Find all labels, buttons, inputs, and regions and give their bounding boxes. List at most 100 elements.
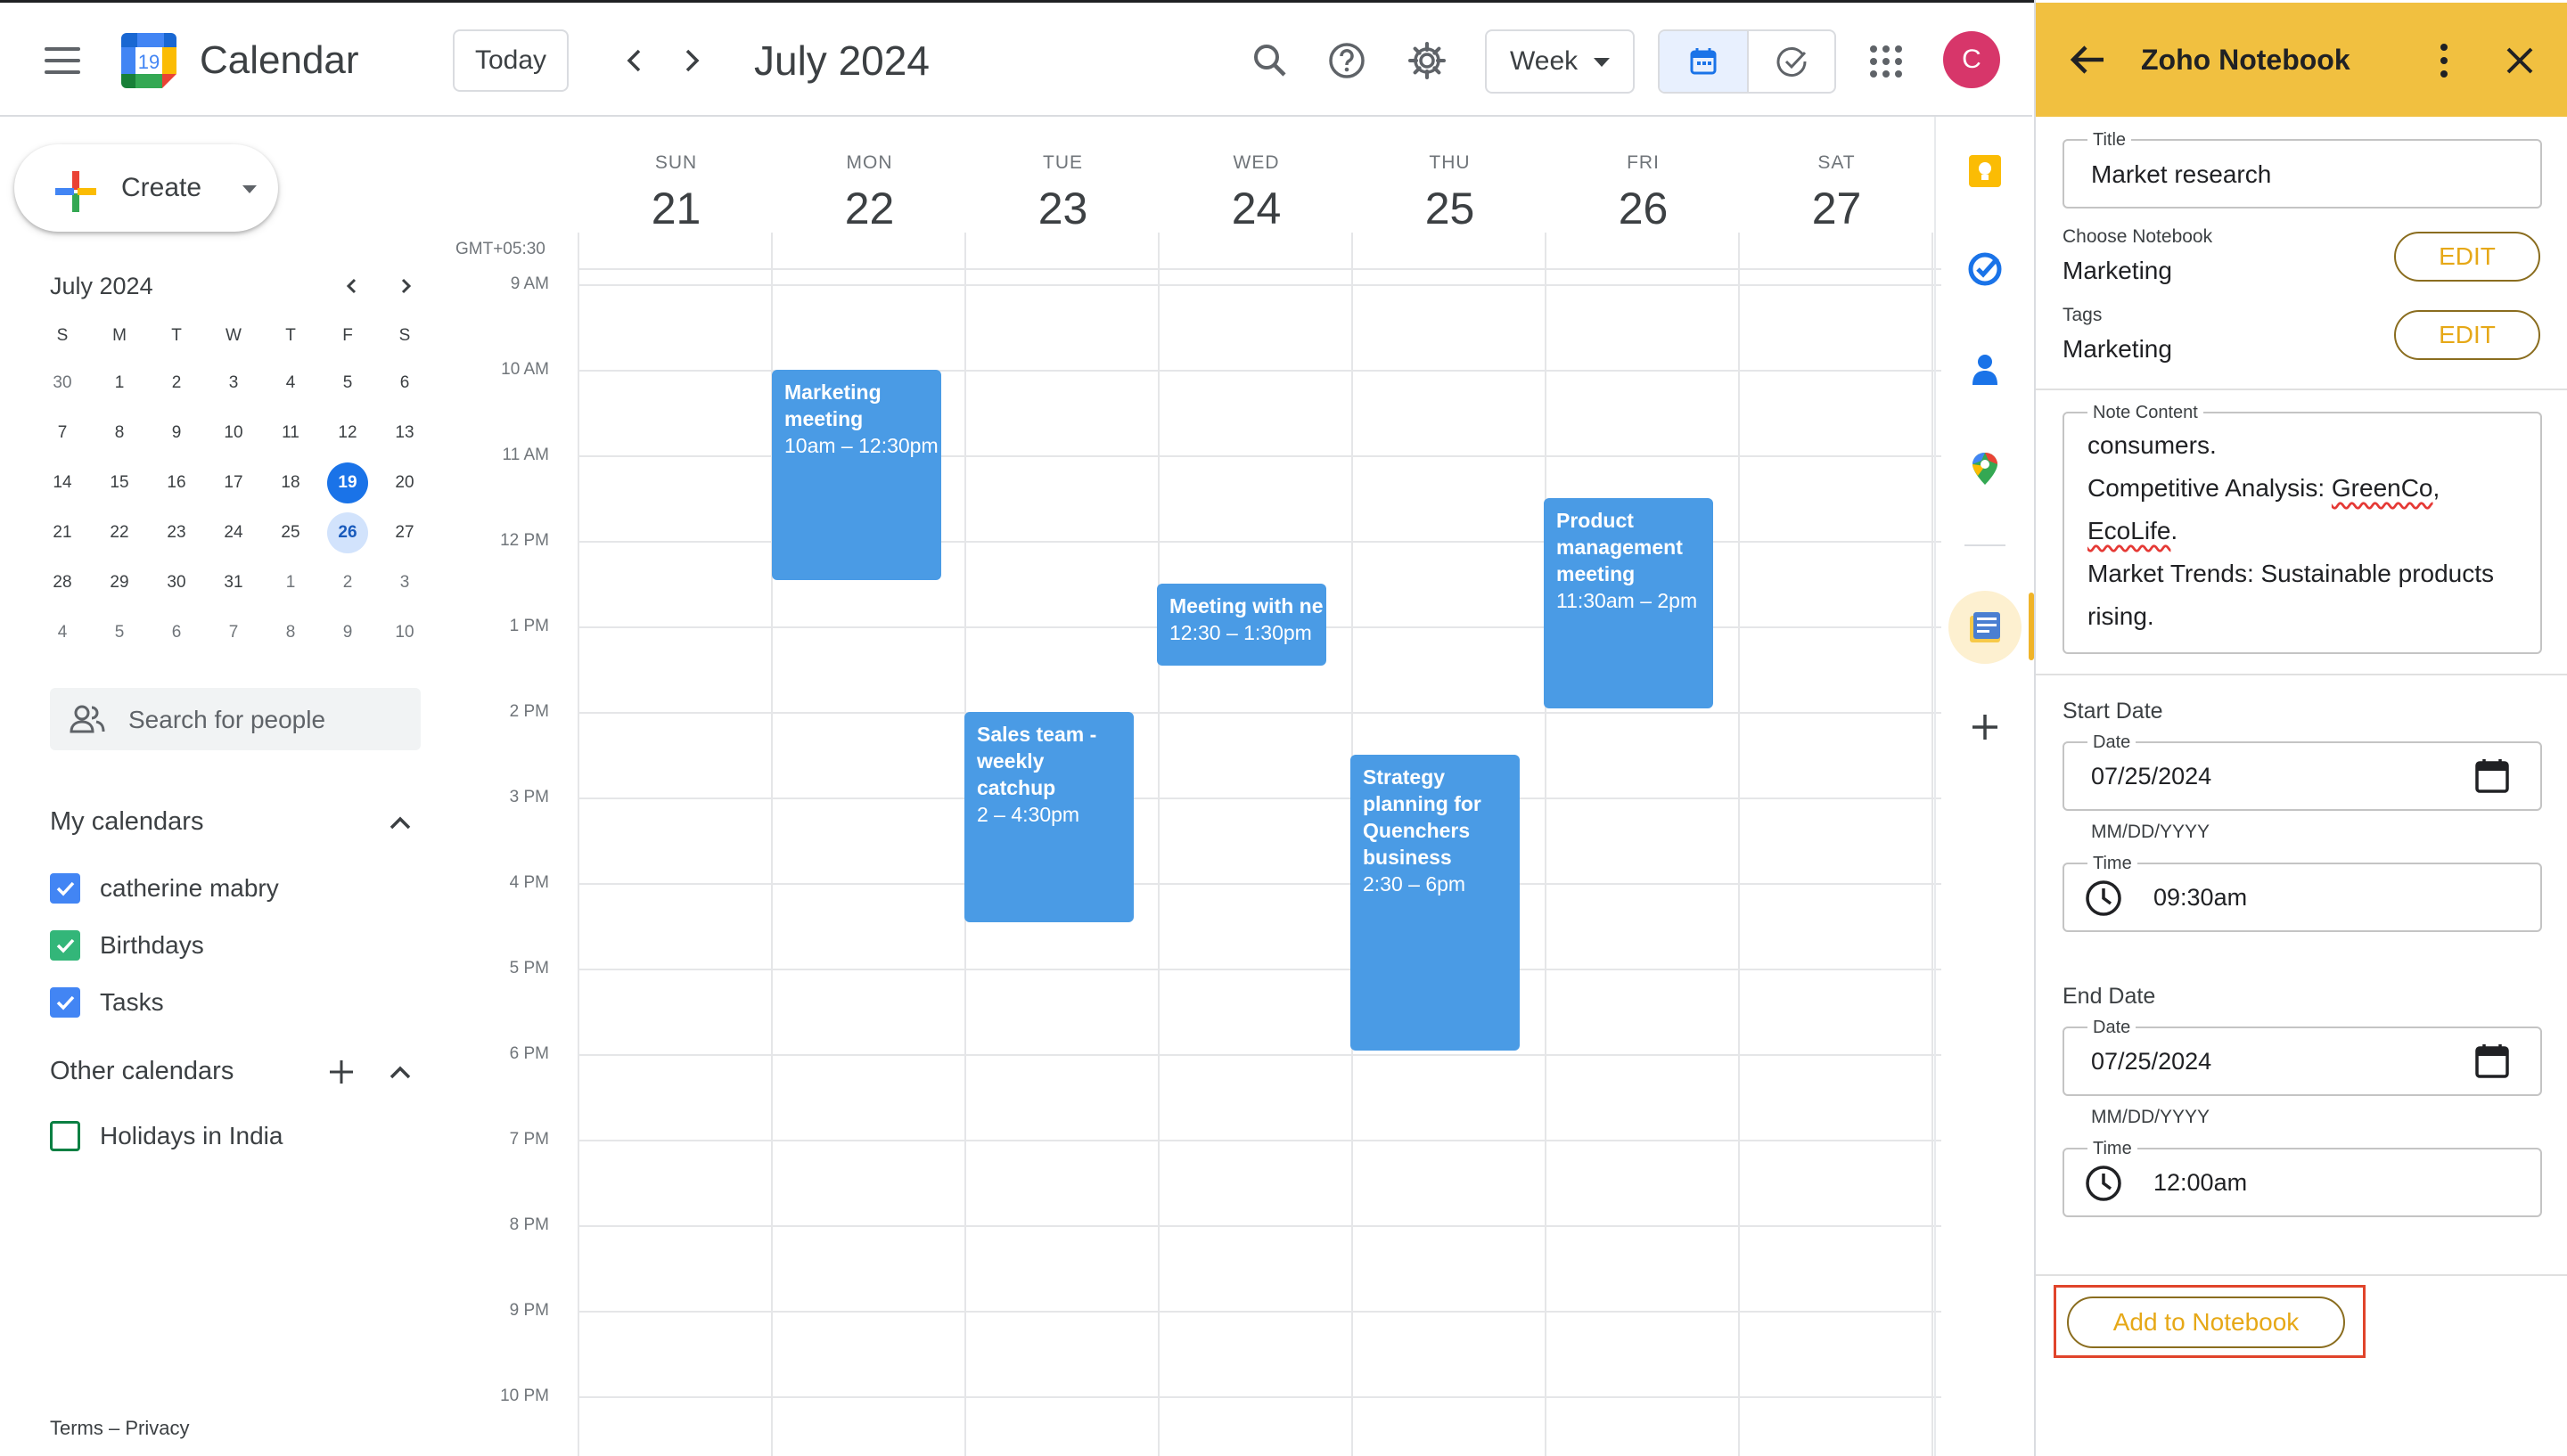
event-strategy-planning[interactable]: Strategy planning for Quenchers business… [1350,755,1520,1051]
event-sales-team-weekly-catchup[interactable]: Sales team - weekly catchup 2 – 4:30pm [964,712,1134,922]
mini-day[interactable]: 9 [319,608,376,658]
end-date-field[interactable]: Date 07/25/2024 [2063,1018,2542,1096]
mini-day[interactable]: 7 [34,408,91,458]
day-header-sun[interactable]: SUN 21 [579,152,773,234]
tasks-icon[interactable] [1964,249,2005,290]
mini-day[interactable]: 17 [205,458,262,508]
today-button[interactable]: Today [453,29,569,92]
mini-day[interactable]: 21 [34,508,91,558]
day-header-fri[interactable]: FRI 26 [1546,152,1740,234]
mini-prev-month-icon[interactable] [339,273,365,299]
mini-day[interactable]: 6 [148,608,205,658]
mini-day[interactable]: 5 [319,358,376,408]
calendar-picker-icon[interactable] [2474,757,2510,795]
chevron-up-icon[interactable] [387,813,414,832]
tasks-view-toggle[interactable] [1749,31,1834,92]
google-apps-icon[interactable] [1870,45,1902,78]
mini-day[interactable]: 10 [376,608,433,658]
account-avatar[interactable]: C [1943,31,2000,88]
search-people-input[interactable]: Search for people [50,688,421,750]
mini-day[interactable]: 4 [262,358,319,408]
mini-day[interactable]: 3 [205,358,262,408]
next-week-icon[interactable] [674,38,709,83]
title-field[interactable]: Title Market research [2063,130,2542,209]
mini-day[interactable]: 4 [34,608,91,658]
calendar-view-toggle[interactable] [1660,31,1749,92]
mini-day[interactable]: 24 [205,508,262,558]
day-header-mon[interactable]: MON 22 [773,152,966,234]
clock-icon[interactable] [2084,879,2123,918]
start-date-field[interactable]: Date 07/25/2024 [2063,732,2542,811]
mini-day[interactable]: 12 [319,408,376,458]
add-calendar-plus-icon[interactable] [326,1057,357,1087]
add-to-notebook-button[interactable]: Add to Notebook [2067,1296,2345,1348]
settings-gear-icon[interactable] [1405,38,1449,83]
mini-day[interactable]: 8 [262,608,319,658]
help-icon[interactable] [1325,38,1369,83]
mini-day[interactable]: 2 [148,358,205,408]
mini-day[interactable]: 31 [205,558,262,608]
calendar-item-catherine-mabry[interactable]: catherine mabry [50,871,279,906]
search-icon[interactable] [1248,38,1292,83]
calendar-item-birthdays[interactable]: Birthdays [50,928,204,963]
create-button[interactable]: Create [14,144,278,232]
mini-day[interactable]: 6 [376,358,433,408]
edit-notebook-button[interactable]: EDIT [2394,232,2540,282]
day-header-tue[interactable]: TUE 23 [966,152,1160,234]
mini-day[interactable]: 30 [34,358,91,408]
calendar-item-holidays-in-india[interactable]: Holidays in India [50,1118,283,1154]
view-selector[interactable]: Week [1485,29,1635,94]
mini-day[interactable]: 27 [376,508,433,558]
mini-day-today[interactable]: 19 [319,458,376,508]
mini-day[interactable]: 28 [34,558,91,608]
chevron-up-icon[interactable] [387,1062,414,1082]
mini-day[interactable]: 18 [262,458,319,508]
maps-pin-icon[interactable] [1964,448,2005,489]
mini-day[interactable]: 15 [91,458,148,508]
mini-day[interactable]: 10 [205,408,262,458]
mini-day[interactable]: 2 [319,558,376,608]
checkbox-unchecked-icon[interactable] [50,1121,80,1151]
event-meeting-with-ne[interactable]: Meeting with ne 12:30 – 1:30pm [1157,584,1326,666]
mini-day[interactable]: 1 [262,558,319,608]
mini-day[interactable]: 7 [205,608,262,658]
mini-day[interactable]: 11 [262,408,319,458]
checkbox-checked-icon[interactable] [50,873,80,904]
end-time-field[interactable]: Time 12:00am [2063,1139,2542,1217]
calendar-picker-icon[interactable] [2474,1043,2510,1080]
other-calendars-title[interactable]: Other calendars [50,1057,234,1086]
my-calendars-title[interactable]: My calendars [50,807,203,837]
mini-day[interactable]: 8 [91,408,148,458]
keep-notes-icon[interactable] [1964,151,2005,192]
mini-day[interactable]: 22 [91,508,148,558]
day-header-thu[interactable]: THU 25 [1353,152,1546,234]
day-header-wed[interactable]: WED 24 [1160,152,1353,234]
contacts-icon[interactable] [1964,348,2005,389]
mini-day-selected[interactable]: 26 [319,508,376,558]
mini-day[interactable]: 23 [148,508,205,558]
mini-day[interactable]: 16 [148,458,205,508]
mini-day[interactable]: 5 [91,608,148,658]
mini-day[interactable]: 14 [34,458,91,508]
previous-week-icon[interactable] [617,38,652,83]
mini-day[interactable]: 29 [91,558,148,608]
mini-day[interactable]: 3 [376,558,433,608]
mini-day[interactable]: 1 [91,358,148,408]
edit-tags-button[interactable]: EDIT [2394,310,2540,360]
mini-day[interactable]: 9 [148,408,205,458]
add-addon-plus-icon[interactable] [1964,707,2005,748]
day-header-sat[interactable]: SAT 27 [1740,152,1933,234]
mini-day[interactable]: 20 [376,458,433,508]
mini-next-month-icon[interactable] [392,273,419,299]
calendar-item-tasks[interactable]: Tasks [50,985,164,1020]
mini-day[interactable]: 25 [262,508,319,558]
checkbox-checked-icon[interactable] [50,930,80,961]
start-time-field[interactable]: Time 09:30am [2063,854,2542,932]
back-arrow-icon[interactable] [2068,42,2109,78]
mini-day[interactable]: 13 [376,408,433,458]
mini-day[interactable]: 30 [148,558,205,608]
close-icon[interactable] [2505,45,2535,76]
event-marketing-meeting[interactable]: Marketing meeting 10am – 12:30pm [772,370,941,580]
main-menu-icon[interactable] [45,47,80,74]
terms-privacy-link[interactable]: Terms – Privacy [50,1417,189,1440]
